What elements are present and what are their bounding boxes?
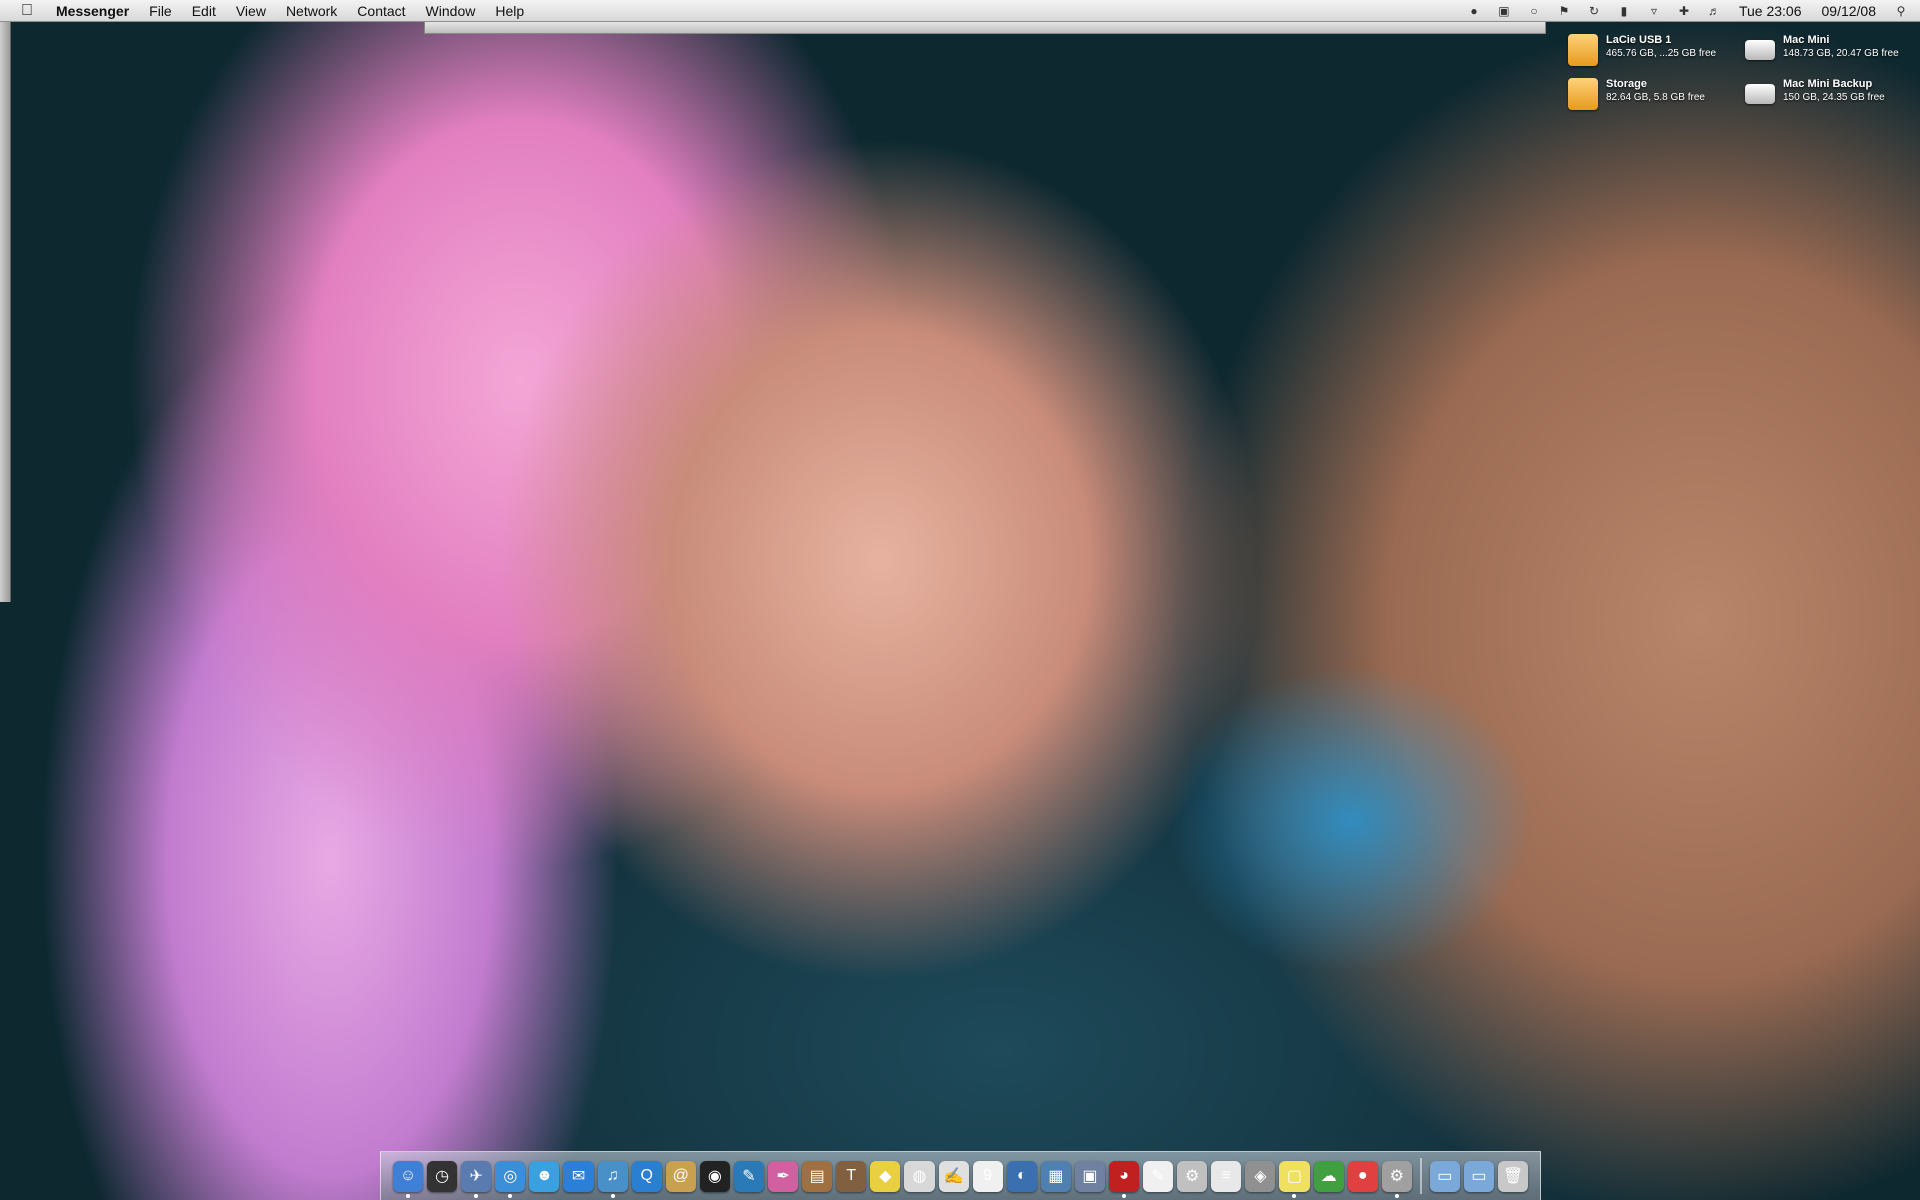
menu-edit[interactable]: Edit xyxy=(182,0,226,22)
menu-contact[interactable]: Contact xyxy=(347,0,415,22)
notepad-icon[interactable]: ✍ xyxy=(938,1160,969,1192)
menubar-date[interactable]: 09/12/08 xyxy=(1812,0,1887,22)
running-indicator xyxy=(1121,1193,1126,1198)
running-indicator xyxy=(1292,1193,1297,1198)
drive-info: 465.76 GB, ...25 GB free xyxy=(1606,48,1717,59)
documents-folder-icon[interactable]: ▭ xyxy=(1463,1160,1494,1192)
time-machine-icon[interactable]: ▣ xyxy=(1495,2,1513,20)
drive-name: Storage xyxy=(1606,78,1647,90)
drive-info: 148.73 GB, 20.47 GB free xyxy=(1783,48,1899,59)
messenger-buddies-icon[interactable]: ☻ xyxy=(529,1160,560,1192)
feather-icon[interactable]: ✎ xyxy=(733,1160,765,1192)
spotlight-icon[interactable]: ⚲ xyxy=(1892,2,1910,20)
itunes-icon[interactable]: ♫ xyxy=(597,1160,628,1198)
menu-view[interactable]: View xyxy=(226,0,276,22)
latex-icon[interactable]: T xyxy=(836,1160,867,1192)
truck-icon[interactable]: ▣ xyxy=(1074,1160,1105,1192)
mouse-icon[interactable]: ◍ xyxy=(904,1160,935,1192)
circle-status-icon[interactable]: ○ xyxy=(1525,2,1543,20)
drive-info: 150 GB, 24.35 GB free xyxy=(1783,92,1885,103)
menu-help[interactable]: Help xyxy=(485,0,534,22)
sync-icon[interactable]: ↻ xyxy=(1585,2,1603,20)
apple-menu-icon[interactable]:  xyxy=(16,0,38,22)
textedit-icon[interactable]: ✎ xyxy=(1143,1160,1174,1192)
disk-utility-icon[interactable]: ◈ xyxy=(1245,1160,1276,1192)
finder-icon[interactable]: ☺ xyxy=(393,1160,424,1198)
internal-drive-icon xyxy=(1745,84,1775,104)
preview-icon[interactable]: ◐ xyxy=(1006,1160,1037,1192)
drive-name: LaCie USB 1 xyxy=(1606,34,1672,46)
running-indicator xyxy=(610,1193,615,1198)
color-wheel-icon[interactable]: ● xyxy=(1347,1160,1378,1192)
drive-name: Mac Mini xyxy=(1783,34,1830,46)
running-indicator xyxy=(406,1193,410,1198)
menu-window[interactable]: Window xyxy=(416,0,486,22)
wifi-icon[interactable]: ▿ xyxy=(1645,2,1663,20)
running-indicator xyxy=(508,1193,513,1198)
orange-drive-icon xyxy=(1568,34,1598,66)
dashboard-icon[interactable]: ◷ xyxy=(427,1160,458,1192)
background-window-titlebar[interactable] xyxy=(424,22,1546,34)
stickies-diamond-icon[interactable]: ◆ xyxy=(870,1160,901,1192)
address-book-icon[interactable]: @ xyxy=(665,1160,696,1192)
orange-drive-icon xyxy=(1568,78,1598,110)
menu-bar:  Messenger File Edit View Network Conta… xyxy=(0,0,1920,22)
quicktime-icon[interactable]: Q xyxy=(631,1160,662,1192)
network-icon[interactable]: ☁ xyxy=(1313,1160,1344,1192)
menu-file[interactable]: File xyxy=(139,0,182,22)
drive-name: Mac Mini Backup xyxy=(1783,78,1873,90)
applications-folder-icon[interactable]: ▭ xyxy=(1429,1160,1460,1192)
quill-icon[interactable]: ✒ xyxy=(768,1160,799,1192)
ichat-icon[interactable]: ✉ xyxy=(563,1160,594,1192)
books-icon[interactable]: ▤ xyxy=(802,1160,833,1192)
safari-icon[interactable]: ◎ xyxy=(495,1160,526,1198)
ical-icon[interactable]: 9 xyxy=(972,1160,1003,1192)
aperture-icon[interactable]: ◉ xyxy=(699,1160,730,1192)
drive-lacie-usb[interactable]: LaCie USB 1 465.76 GB, ...25 GB free xyxy=(1568,34,1716,66)
menubar-clock[interactable]: Tue 23:06 xyxy=(1729,0,1812,22)
running-indicator xyxy=(1394,1193,1399,1198)
stickies-icon[interactable]: ▢ xyxy=(1279,1160,1310,1198)
running-indicator xyxy=(474,1193,479,1198)
app-menu[interactable]: Messenger xyxy=(46,0,139,22)
document-icon[interactable]: ≡ xyxy=(1211,1160,1242,1192)
system-preferences-icon[interactable]: ⚙ xyxy=(1381,1160,1412,1198)
drive-mac-mini[interactable]: Mac Mini 148.73 GB, 20.47 GB free xyxy=(1745,34,1899,60)
script-icon[interactable]: ⚙ xyxy=(1177,1160,1208,1192)
dock: ☺ ◷ ✈ ◎ ☻ ✉ ♫ Q @ ◉ ✎ ✒ ▤ T ◆ ◍ ✍ 9 ◐ ▦ ▣ ◕ ✎ ⚙ ≡ ◈ ▢ ☁ ● ⚙ ▭ ▭ 🗑 xyxy=(380,1151,1541,1200)
flag-icon[interactable]: ⚑ xyxy=(1555,2,1573,20)
background-window-edge[interactable] xyxy=(0,22,11,602)
drive-storage[interactable]: Storage 82.64 GB, 5.8 GB free xyxy=(1568,78,1705,110)
iphoto-icon[interactable]: ▦ xyxy=(1040,1160,1071,1192)
uk-flag-icon[interactable]: ✚ xyxy=(1675,2,1693,20)
drive-mac-mini-backup[interactable]: Mac Mini Backup 150 GB, 24.35 GB free xyxy=(1745,78,1885,104)
volume-icon[interactable]: ♬ xyxy=(1705,2,1723,20)
status-area: ● ▣ ○ ⚑ ↻ ▮ ▿ ✚ ♬ Tue 23:06 09/12/08 ⚲ xyxy=(1459,0,1920,22)
internal-drive-icon xyxy=(1745,40,1775,60)
mail-stamp-icon[interactable]: ✈ xyxy=(461,1160,492,1198)
dock-separator[interactable] xyxy=(1419,1158,1422,1194)
battery-icon[interactable]: ▮ xyxy=(1615,2,1633,20)
menu-network[interactable]: Network xyxy=(276,0,347,22)
dvd-icon[interactable]: ◕ xyxy=(1108,1160,1140,1198)
drive-info: 82.64 GB, 5.8 GB free xyxy=(1606,92,1705,103)
messenger-status-icon[interactable]: ● xyxy=(1465,2,1483,20)
trash-icon[interactable]: 🗑 xyxy=(1497,1160,1529,1192)
